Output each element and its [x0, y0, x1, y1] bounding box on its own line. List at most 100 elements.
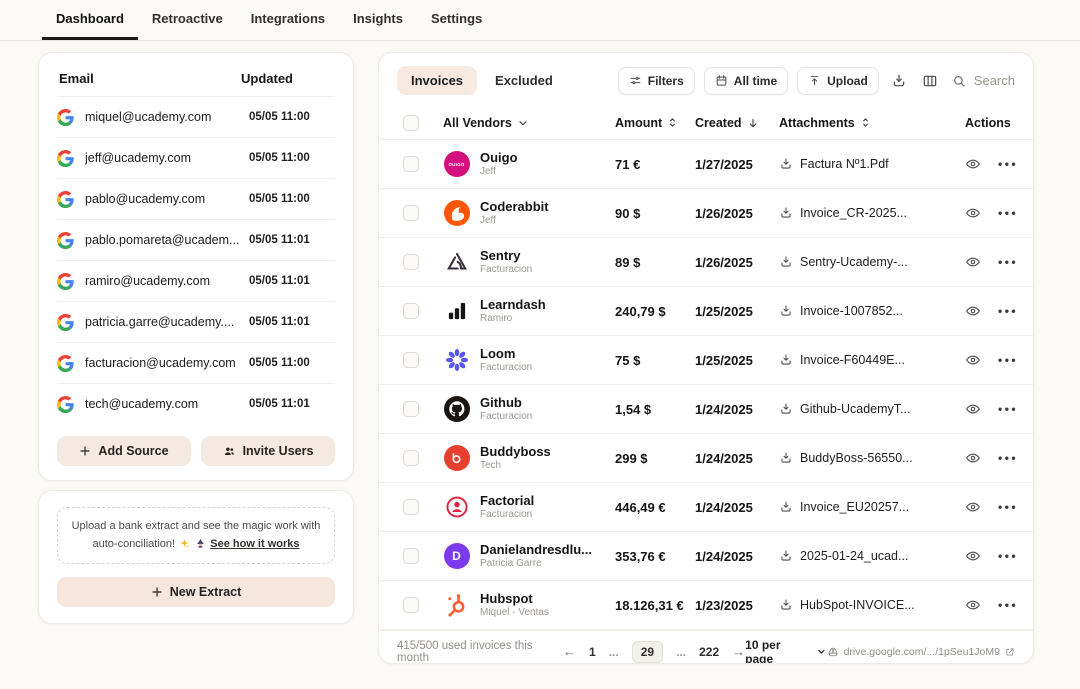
row-checkbox[interactable]: [403, 401, 419, 417]
vendor-owner: Ramiro: [480, 313, 546, 326]
row-checkbox[interactable]: [403, 254, 419, 270]
vendor-cell[interactable]: BuddybossTech: [443, 444, 615, 472]
view-invoice-icon[interactable]: [965, 156, 981, 172]
nav-item-integrations[interactable]: Integrations: [237, 0, 339, 40]
more-actions-button[interactable]: •••: [998, 598, 1018, 612]
email-address: patricia.garre@ucademy....: [85, 315, 249, 329]
attachment-link[interactable]: Invoice-F60449E...: [779, 353, 965, 367]
columns-button[interactable]: [919, 73, 941, 89]
view-invoice-icon[interactable]: [965, 303, 981, 319]
tab-excluded[interactable]: Excluded: [481, 66, 567, 95]
row-checkbox[interactable]: [403, 548, 419, 564]
more-actions-button[interactable]: •••: [998, 500, 1018, 514]
row-checkbox[interactable]: [403, 499, 419, 515]
vendor-column-header[interactable]: All Vendors: [443, 116, 615, 130]
more-actions-button[interactable]: •••: [998, 549, 1018, 563]
wizard-icon: [195, 538, 206, 549]
more-actions-button[interactable]: •••: [998, 451, 1018, 465]
more-actions-button[interactable]: •••: [998, 157, 1018, 171]
vendor-cell[interactable]: CoderabbitJeff: [443, 199, 615, 227]
invite-users-button[interactable]: Invite Users: [201, 436, 335, 466]
row-checkbox[interactable]: [403, 450, 419, 466]
attachment-link[interactable]: Invoice_CR-2025...: [779, 206, 965, 220]
bank-extract-panel: Upload a bank extract and see the magic …: [38, 490, 354, 624]
upload-button[interactable]: Upload: [797, 67, 879, 95]
view-invoice-icon[interactable]: [965, 205, 981, 221]
attachment-link[interactable]: HubSpot-INVOICE...: [779, 598, 965, 612]
prev-page-button[interactable]: ←: [563, 644, 576, 659]
select-all-checkbox[interactable]: [403, 115, 419, 131]
current-page[interactable]: 29: [632, 641, 663, 663]
per-page-label: 10 per page: [745, 638, 810, 665]
more-actions-button[interactable]: •••: [998, 206, 1018, 220]
vendor-cell[interactable]: DDanielandresdlu...Patricia Garre: [443, 542, 615, 570]
tab-invoices[interactable]: Invoices: [397, 66, 477, 95]
per-page-select[interactable]: 10 per page: [745, 638, 826, 665]
row-checkbox[interactable]: [403, 156, 419, 172]
attachment-link[interactable]: Invoice-1007852...: [779, 304, 965, 318]
row-checkbox[interactable]: [403, 205, 419, 221]
attachment-link[interactable]: Sentry-Ucademy-...: [779, 255, 965, 269]
view-invoice-icon[interactable]: [965, 352, 981, 368]
nav-item-dashboard[interactable]: Dashboard: [42, 0, 138, 40]
email-source-row[interactable]: patricia.garre@ucademy....05/05 11:01: [57, 301, 335, 342]
more-actions-button[interactable]: •••: [998, 304, 1018, 318]
attachment-link[interactable]: BuddyBoss-56550...: [779, 451, 965, 465]
amount-column-header[interactable]: Amount: [615, 116, 695, 130]
created-column-header[interactable]: Created: [695, 116, 779, 130]
email-source-row[interactable]: tech@ucademy.com05/05 11:01: [57, 383, 335, 424]
view-invoice-icon[interactable]: [965, 401, 981, 417]
vendor-cell[interactable]: FactorialFacturacion: [443, 493, 615, 521]
vendor-cell[interactable]: SentryFacturacion: [443, 248, 615, 276]
view-invoice-icon[interactable]: [965, 450, 981, 466]
email-source-row[interactable]: facturacion@ucademy.com05/05 11:00: [57, 342, 335, 383]
email-source-row[interactable]: jeff@ucademy.com05/05 11:00: [57, 137, 335, 178]
view-invoice-icon[interactable]: [965, 254, 981, 270]
row-actions: •••: [965, 450, 1034, 466]
vendor-cell[interactable]: HubspotMiquel - Ventas: [443, 591, 615, 619]
all-time-button[interactable]: All time: [704, 67, 788, 95]
page-button[interactable]: 222: [699, 645, 719, 659]
new-extract-button[interactable]: New Extract: [57, 577, 335, 607]
download-attachment-icon: [779, 500, 793, 514]
filters-button[interactable]: Filters: [618, 67, 695, 95]
vendor-name: Hubspot: [480, 591, 549, 607]
nav-item-insights[interactable]: Insights: [339, 0, 417, 40]
email-source-row[interactable]: ramiro@ucademy.com05/05 11:01: [57, 260, 335, 301]
nav-item-retroactive[interactable]: Retroactive: [138, 0, 237, 40]
email-source-row[interactable]: miquel@ucademy.com05/05 11:00: [57, 96, 335, 137]
view-invoice-icon[interactable]: [965, 597, 981, 613]
view-invoice-icon[interactable]: [965, 499, 981, 515]
vendor-cell[interactable]: LoomFacturacion: [443, 346, 615, 374]
page-button[interactable]: 1: [589, 645, 596, 659]
vendor-cell[interactable]: GithubFacturacion: [443, 395, 615, 423]
row-checkbox[interactable]: [403, 303, 419, 319]
invoice-row: DDanielandresdlu...Patricia Garre353,76 …: [379, 532, 1033, 581]
page-ellipsis: ...: [676, 645, 686, 659]
vendor-cell[interactable]: LearndashRamiro: [443, 297, 615, 325]
drive-link[interactable]: drive.google.com/.../1pSeu1JoM9: [827, 646, 1015, 658]
add-source-button[interactable]: Add Source: [57, 436, 191, 466]
gmail-source-icon: [57, 396, 74, 413]
export-button[interactable]: [888, 73, 910, 89]
search-input[interactable]: Search: [952, 73, 1015, 88]
next-page-button[interactable]: →: [732, 644, 745, 659]
email-source-row[interactable]: pablo.pomareta@ucadem...05/05 11:01: [57, 219, 335, 260]
view-invoice-icon[interactable]: [965, 548, 981, 564]
attachment-link[interactable]: Invoice_EU20257...: [779, 500, 965, 514]
attachment-link[interactable]: Github-UcademyT...: [779, 402, 965, 416]
attachment-link[interactable]: 2025-01-24_ucad...: [779, 549, 965, 563]
attachments-column-header[interactable]: Attachments: [779, 116, 965, 130]
more-actions-button[interactable]: •••: [998, 402, 1018, 416]
attachment-link[interactable]: Factura Nº1.Pdf: [779, 157, 965, 171]
more-actions-button[interactable]: •••: [998, 255, 1018, 269]
download-attachment-icon: [779, 206, 793, 220]
email-source-row[interactable]: pablo@ucademy.com05/05 11:00: [57, 178, 335, 219]
nav-item-settings[interactable]: Settings: [417, 0, 496, 40]
row-actions: •••: [965, 597, 1034, 613]
see-how-it-works-link[interactable]: See how it works: [210, 538, 299, 550]
vendor-cell[interactable]: OUIGOOuigoJeff: [443, 150, 615, 178]
more-actions-button[interactable]: •••: [998, 353, 1018, 367]
row-checkbox[interactable]: [403, 597, 419, 613]
row-checkbox[interactable]: [403, 352, 419, 368]
